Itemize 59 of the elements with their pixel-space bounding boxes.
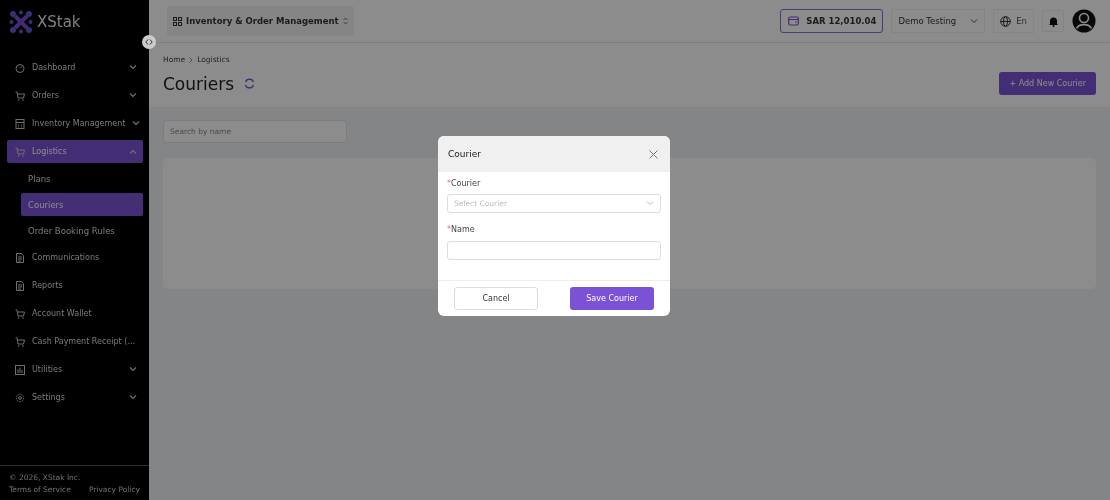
notification-button[interactable] xyxy=(1042,10,1064,32)
chevron-icon xyxy=(129,395,137,400)
nav-item[interactable]: Logistics xyxy=(7,140,143,163)
chart-icon xyxy=(15,364,25,375)
calculator-icon xyxy=(15,118,25,129)
nav-item[interactable]: Dashboard xyxy=(7,56,143,79)
wallet-icon xyxy=(788,16,800,26)
chevron-icon xyxy=(129,65,137,70)
cart-icon xyxy=(15,90,25,101)
cart-icon xyxy=(15,146,25,157)
document-icon xyxy=(15,252,25,263)
refresh-icon[interactable] xyxy=(244,78,256,89)
chevron-icon xyxy=(129,149,137,154)
gauge-icon xyxy=(15,62,25,73)
chevron-icon xyxy=(189,56,194,63)
page-title: Couriers xyxy=(163,73,235,94)
globe-icon xyxy=(1000,15,1012,27)
dialog-title: Courier xyxy=(448,149,481,159)
logo-text: XStak xyxy=(37,12,81,31)
avatar-icon[interactable] xyxy=(1072,9,1096,33)
wallet-balance[interactable]: SAR 12,010.04 xyxy=(780,9,884,33)
settings-icon xyxy=(15,392,25,403)
nav-item[interactable]: Account Wallet xyxy=(7,302,143,325)
name-field[interactable] xyxy=(447,241,661,260)
save-button[interactable]: Save Courier xyxy=(570,287,654,310)
nav-item[interactable]: Cash Payment Receipt (... xyxy=(7,330,143,353)
bell-icon xyxy=(1048,15,1058,27)
field-label: *Name xyxy=(447,225,476,234)
nav-item[interactable]: Settings xyxy=(7,386,143,409)
document-icon xyxy=(15,280,25,291)
nav-subitem[interactable]: Couriers xyxy=(21,193,143,216)
nav-item[interactable]: Orders xyxy=(7,84,143,107)
collapse-toggle[interactable] xyxy=(142,35,156,49)
nav-subitem[interactable]: Plans xyxy=(21,167,143,190)
account-dropdown[interactable]: Demo Testing xyxy=(891,9,986,33)
field-label: *Courier xyxy=(447,179,482,188)
logo-icon xyxy=(9,9,33,34)
required-mark: * xyxy=(447,225,451,234)
arrows-icon xyxy=(145,39,153,45)
cart-icon xyxy=(15,308,25,319)
nav-item[interactable]: Utilities xyxy=(7,358,143,381)
nav-item[interactable]: Inventory Management xyxy=(7,112,143,135)
chevron-icon xyxy=(646,201,654,206)
required-mark: * xyxy=(447,179,451,188)
add-courier-button[interactable]: + Add New Courier xyxy=(999,72,1096,95)
sort-icon xyxy=(342,17,348,25)
cancel-button[interactable]: Cancel xyxy=(454,287,538,310)
cart-icon xyxy=(15,336,25,347)
nav-subitem[interactable]: Order Booking Rules xyxy=(21,219,143,242)
chevron-icon xyxy=(970,18,979,24)
chevron-icon xyxy=(129,93,137,98)
chevron-icon xyxy=(129,367,137,372)
app-switcher[interactable]: Inventory & Order Management xyxy=(167,6,354,36)
grid-icon xyxy=(173,16,182,26)
nav-item[interactable]: Communications xyxy=(7,246,143,269)
close-icon[interactable] xyxy=(649,149,658,159)
chevron-icon xyxy=(132,121,141,126)
nav-item[interactable]: Reports xyxy=(7,274,143,297)
language-selector[interactable]: En xyxy=(993,9,1034,33)
